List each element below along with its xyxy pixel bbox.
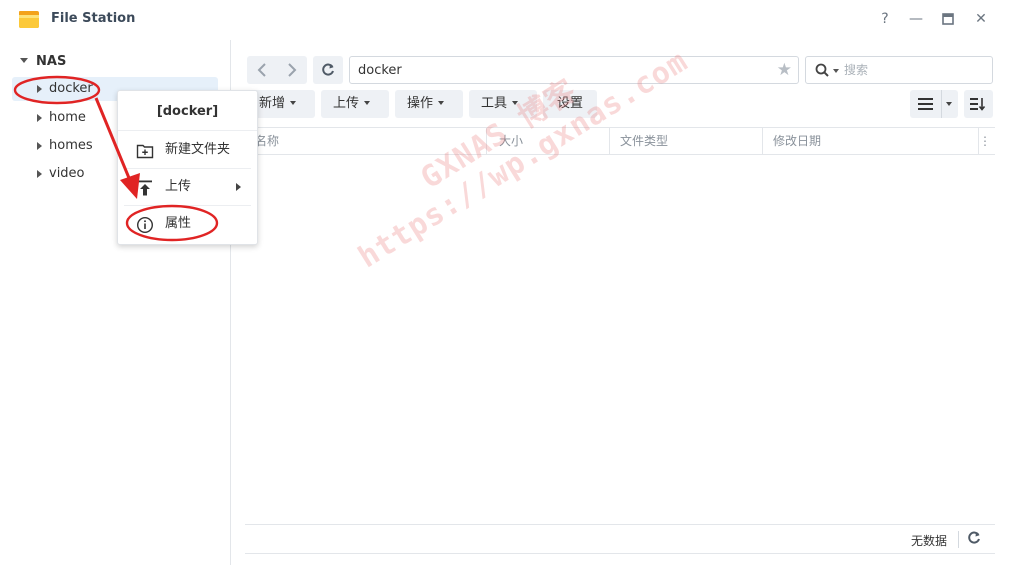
help-button[interactable]: ? bbox=[876, 10, 894, 28]
upload-icon bbox=[138, 180, 152, 196]
caret-down-icon bbox=[20, 58, 28, 63]
new-folder-icon bbox=[136, 144, 154, 159]
column-type[interactable]: 文件类型 bbox=[610, 128, 763, 155]
dropdown-caret-icon bbox=[290, 101, 297, 105]
search-dropdown-icon[interactable] bbox=[833, 69, 839, 73]
search-input[interactable] bbox=[844, 61, 984, 79]
title-bar: File Station ? — ✕ bbox=[0, 0, 1009, 40]
context-menu-title: [docker] bbox=[118, 91, 257, 131]
nav-buttons bbox=[247, 56, 307, 84]
caret-right-icon bbox=[37, 170, 42, 178]
menu-item-new-folder[interactable]: 新建文件夹 bbox=[118, 132, 257, 168]
path-text: docker bbox=[358, 63, 402, 78]
status-bar: 无数据 bbox=[245, 524, 995, 554]
tree-item-label: video bbox=[49, 166, 85, 181]
sort-icon bbox=[970, 98, 986, 111]
info-icon bbox=[136, 216, 154, 234]
menu-item-upload[interactable]: 上传 bbox=[118, 169, 257, 205]
dropdown-caret-icon bbox=[438, 101, 445, 105]
column-menu-icon[interactable]: ⋮ bbox=[979, 134, 991, 148]
tree-item-label: docker bbox=[49, 81, 93, 96]
refresh-button[interactable] bbox=[313, 56, 343, 84]
caret-right-icon bbox=[37, 142, 42, 150]
minimize-button[interactable]: — bbox=[907, 10, 925, 28]
tree-item-label: homes bbox=[49, 138, 93, 153]
back-button[interactable] bbox=[247, 56, 277, 84]
app-title: File Station bbox=[51, 11, 136, 26]
file-table-header: 名称 大小 文件类型 修改日期 ⋮ bbox=[245, 127, 995, 155]
view-mode-button[interactable] bbox=[910, 90, 958, 118]
close-button[interactable]: ✕ bbox=[972, 10, 990, 28]
tree-root-nas[interactable]: NAS bbox=[20, 54, 66, 69]
action-button[interactable]: 操作 bbox=[395, 90, 463, 118]
maximize-button[interactable] bbox=[939, 10, 957, 28]
upload-button[interactable]: 上传 bbox=[321, 90, 389, 118]
chevron-left-icon bbox=[257, 63, 266, 77]
maximize-icon bbox=[942, 13, 954, 25]
search-icon[interactable] bbox=[815, 63, 829, 77]
tree-item-label: home bbox=[49, 110, 86, 125]
dropdown-caret-icon bbox=[946, 102, 952, 106]
search-box bbox=[805, 56, 993, 84]
caret-right-icon bbox=[37, 85, 42, 93]
submenu-arrow-icon bbox=[236, 183, 241, 191]
sort-button[interactable] bbox=[964, 90, 993, 118]
star-icon[interactable]: ★ bbox=[777, 60, 792, 80]
context-menu: [docker] 新建文件夹 上传 属性 bbox=[117, 90, 258, 245]
refresh-icon[interactable] bbox=[967, 529, 981, 549]
refresh-icon bbox=[322, 63, 334, 76]
chevron-right-icon bbox=[288, 63, 297, 77]
forward-button[interactable] bbox=[277, 56, 307, 84]
menu-item-properties[interactable]: 属性 bbox=[118, 206, 257, 242]
list-view-icon bbox=[918, 98, 933, 110]
column-modified[interactable]: 修改日期 bbox=[763, 128, 979, 155]
status-text: 无数据 bbox=[910, 534, 947, 548]
dropdown-caret-icon bbox=[364, 101, 371, 105]
folder-app-icon bbox=[19, 11, 39, 28]
caret-right-icon bbox=[37, 114, 42, 122]
